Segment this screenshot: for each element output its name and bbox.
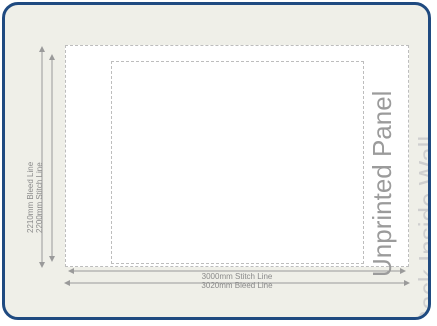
height-bleed-label: 2210mm Bleed Line [26, 161, 35, 233]
width-stitch-label: 3000mm Stitch Line [201, 272, 273, 281]
drawing-frame: Unprinted Panel Back Inside Wall 2210mm … [2, 2, 431, 320]
width-bleed-label: 3020mm Bleed Line [201, 281, 273, 290]
height-stitch-label: 2200mm Stitch Line [35, 162, 44, 233]
